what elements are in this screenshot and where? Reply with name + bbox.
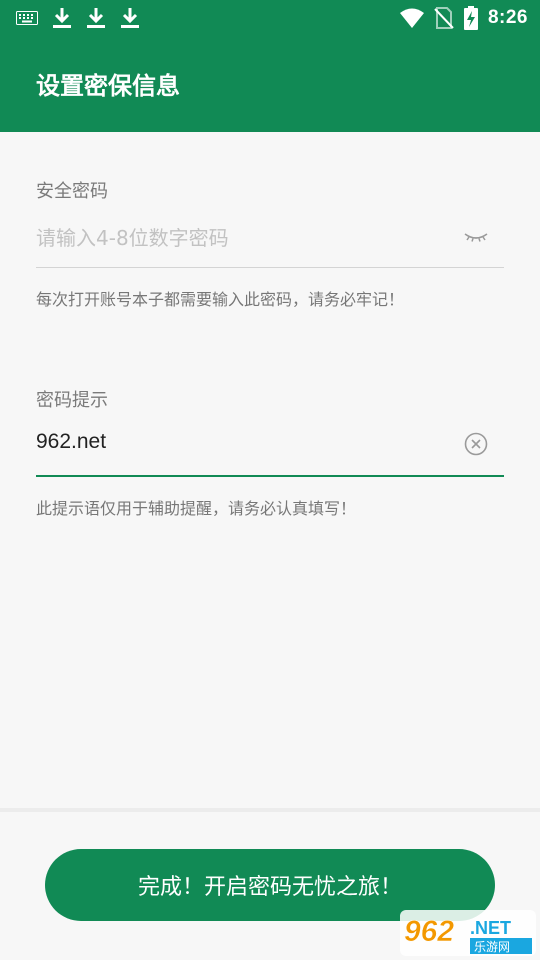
watermark-logo: 962 .NET 乐游网 (400, 910, 536, 956)
security-password-placeholder: 请输入4-8位数字密码 (36, 226, 229, 250)
download-icon (121, 8, 139, 28)
password-hint-helper: 此提示语仅用于辅助提醒，请务必认真填写！ (36, 499, 357, 518)
wifi-icon (399, 8, 424, 28)
download-icon (87, 8, 105, 28)
app-bar: 设置密保信息 (0, 36, 540, 132)
security-password-underline (36, 267, 504, 268)
page-title: 设置密保信息 (36, 72, 180, 100)
keyboard-icon (16, 11, 38, 25)
download-icon (53, 8, 71, 28)
clear-icon[interactable] (462, 430, 490, 458)
battery-charging-icon (463, 6, 478, 30)
watermark-suffix: .NET (470, 918, 511, 938)
status-time: 8:26 (487, 7, 528, 28)
security-password-field[interactable]: 请输入4-8位数字密码 (36, 214, 504, 260)
done-button-label: 完成！开启密码无忧之旅！ (137, 875, 402, 900)
watermark-subtitle: 乐游网 (474, 940, 510, 954)
password-hint-label: 密码提示 (36, 390, 108, 411)
watermark-brand: 962 (404, 915, 454, 948)
password-hint-underline (36, 475, 504, 477)
status-bar: 8:26 (0, 0, 540, 36)
no-sim-icon (434, 7, 454, 29)
password-hint-field[interactable]: 962.net (36, 422, 504, 468)
password-hint-input[interactable]: 962.net (36, 430, 106, 454)
eye-closed-icon[interactable] (462, 222, 490, 250)
security-password-label: 安全密码 (36, 181, 108, 202)
security-password-helper: 每次打开账号本子都需要输入此密码，请务必牢记！ (36, 290, 405, 309)
